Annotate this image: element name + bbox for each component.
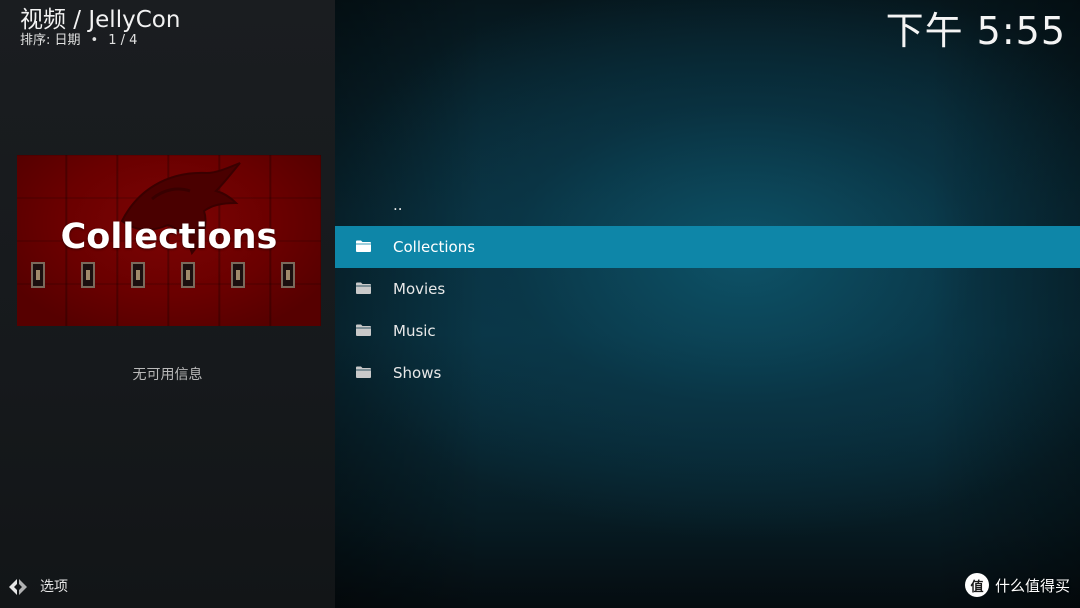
folder-icon xyxy=(356,282,371,294)
poster-title: Collections xyxy=(60,217,278,257)
list-item-label: Collections xyxy=(393,238,476,256)
watermark-text: 什么值得买 xyxy=(994,576,1070,595)
clock: 下午 5:55 xyxy=(885,9,1066,53)
breadcrumb-title: 视频 / JellyCon xyxy=(20,7,181,33)
watermark: 值 什么值得买 xyxy=(964,572,1070,598)
poster-thumbnail: Collections xyxy=(17,155,321,326)
locker-lock xyxy=(131,262,145,288)
locker-lock xyxy=(81,262,95,288)
sort-info: 排序: 日期 • 1 / 4 xyxy=(20,33,137,49)
folder-icon xyxy=(356,366,371,378)
locker-lock xyxy=(231,262,245,288)
watermark-logo-icon: 值 xyxy=(964,573,989,597)
no-info-text: 无可用信息 xyxy=(132,367,203,383)
folder-icon xyxy=(356,324,371,336)
list-item-label: Shows xyxy=(393,364,442,382)
list-item-collections[interactable]: Collections xyxy=(335,226,1080,268)
folder-icon xyxy=(356,240,371,252)
sort-label[interactable]: 排序: 日期 xyxy=(20,33,81,48)
locker-lock xyxy=(281,262,295,288)
options-arrows-icon[interactable] xyxy=(8,577,28,597)
list-item-parent[interactable]: .. xyxy=(335,184,1080,226)
list-item-shows[interactable]: Shows xyxy=(335,352,1080,394)
options-label[interactable]: 选项 xyxy=(40,578,68,596)
locker-lock xyxy=(31,262,45,288)
media-center-screen: 视频 / JellyCon 排序: 日期 • 1 / 4 下午 5:55 Colle… xyxy=(0,0,1080,608)
list-item-movies[interactable]: Movies xyxy=(335,268,1080,310)
separator-dot: • xyxy=(90,33,99,48)
file-list: .. Collections Movies Music Shows xyxy=(335,184,1080,394)
list-item-label: .. xyxy=(393,196,403,214)
list-item-label: Movies xyxy=(393,280,446,298)
list-item-label: Music xyxy=(393,322,436,340)
locker-lock xyxy=(181,262,195,288)
list-item-music[interactable]: Music xyxy=(335,310,1080,352)
page-count: 1 / 4 xyxy=(108,33,138,48)
